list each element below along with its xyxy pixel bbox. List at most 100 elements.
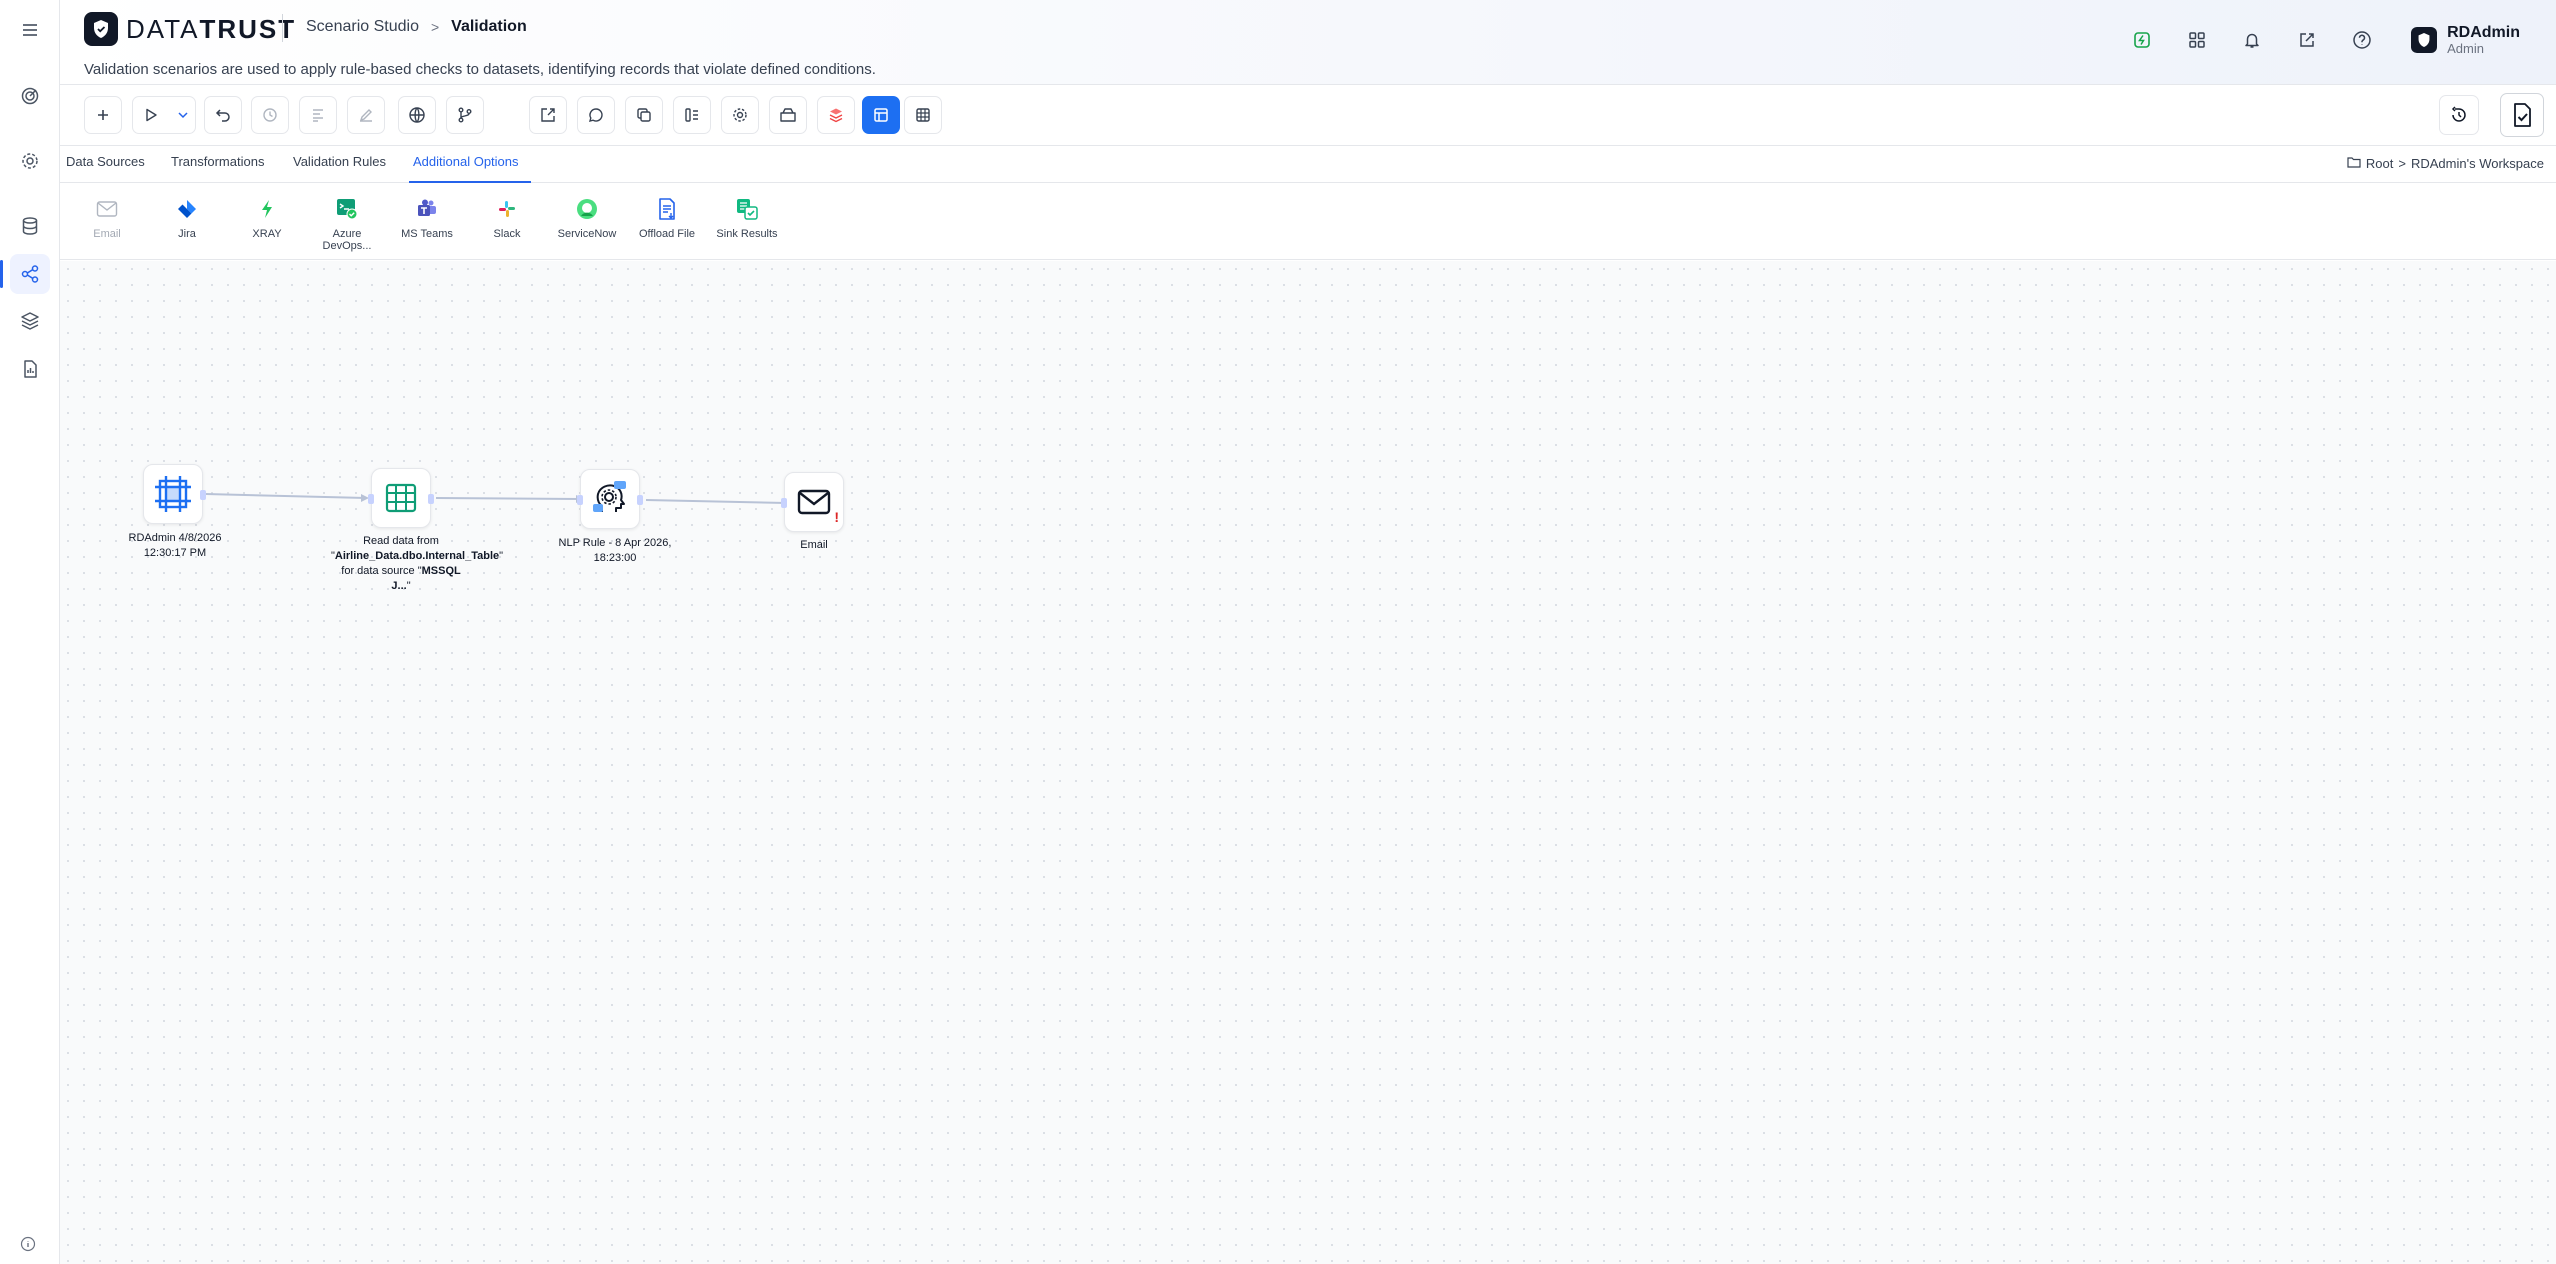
run-button[interactable] bbox=[132, 96, 196, 134]
tab-validation-rules[interactable]: Validation Rules bbox=[289, 147, 390, 183]
stack-button[interactable] bbox=[817, 96, 855, 134]
database-icon[interactable] bbox=[10, 206, 50, 246]
flow-node-nlp-rule[interactable] bbox=[577, 469, 643, 529]
offload-file-icon bbox=[654, 196, 680, 222]
breadcrumb-parent[interactable]: Scenario Studio bbox=[306, 18, 419, 36]
path-separator: > bbox=[2398, 156, 2406, 171]
history-button[interactable] bbox=[251, 96, 289, 134]
workspace-path[interactable]: Root > RDAdmin's Workspace bbox=[2347, 156, 2544, 171]
xray-icon bbox=[254, 196, 280, 222]
input-port[interactable] bbox=[577, 495, 583, 505]
table-view-button[interactable] bbox=[904, 96, 942, 134]
chevron-down-icon[interactable] bbox=[177, 108, 189, 126]
tab-transformations[interactable]: Transformations bbox=[167, 147, 268, 183]
flow-node-email[interactable]: ! bbox=[781, 472, 844, 532]
palette-item-ms-teams[interactable]: MS Teams bbox=[392, 196, 462, 240]
edge-2 bbox=[435, 497, 581, 500]
gear-button[interactable] bbox=[721, 96, 759, 134]
palette-item-jira[interactable]: Jira bbox=[152, 196, 222, 240]
slack-icon bbox=[494, 196, 520, 222]
header-divider bbox=[282, 14, 283, 42]
output-port[interactable] bbox=[428, 494, 434, 504]
ai-head-icon bbox=[593, 481, 626, 512]
sink-results-icon bbox=[734, 196, 760, 222]
palette-item-offload-file[interactable]: Offload File bbox=[632, 196, 702, 240]
left-rail bbox=[0, 0, 60, 1264]
validate-button[interactable] bbox=[2500, 93, 2544, 137]
jira-icon bbox=[174, 196, 200, 222]
edit-button[interactable] bbox=[347, 96, 385, 134]
layers-icon[interactable] bbox=[10, 301, 50, 341]
palette-item-servicenow[interactable]: ServiceNow bbox=[552, 196, 622, 240]
flow-canvas[interactable]: RDAdmin 4/8/2026 12:30:17 PM Read data f… bbox=[60, 261, 2556, 1264]
output-port[interactable] bbox=[637, 495, 643, 505]
node-label-start: RDAdmin 4/8/2026 12:30:17 PM bbox=[128, 532, 222, 559]
copy-button[interactable] bbox=[625, 96, 663, 134]
settings-icon[interactable] bbox=[10, 141, 50, 181]
branch-button[interactable] bbox=[446, 96, 484, 134]
comment-button[interactable] bbox=[577, 96, 615, 134]
open-external-button[interactable] bbox=[529, 96, 567, 134]
edge-1 bbox=[205, 493, 367, 499]
bell-icon[interactable] bbox=[2238, 26, 2266, 54]
palette-item-sink-results[interactable]: Sink Results bbox=[712, 196, 782, 240]
undo-button[interactable] bbox=[204, 96, 242, 134]
breadcrumb-separator: > bbox=[430, 19, 440, 35]
report-icon[interactable] bbox=[10, 349, 50, 389]
breadcrumb: Scenario Studio > Validation bbox=[306, 18, 527, 36]
path-root: Root bbox=[2365, 156, 2394, 171]
user-role: Admin bbox=[2447, 41, 2484, 56]
palette-item-slack[interactable]: Slack bbox=[472, 196, 542, 240]
add-button[interactable] bbox=[84, 96, 122, 134]
output-port[interactable] bbox=[200, 490, 206, 500]
page-description: Validation scenarios are used to apply r… bbox=[84, 61, 876, 78]
table-icon bbox=[385, 483, 417, 513]
user-name: RDAdmin bbox=[2447, 24, 2520, 41]
toolbar bbox=[60, 86, 2556, 146]
tab-bar: Data Sources Transformations Validation … bbox=[60, 147, 2556, 183]
palette-item-azure-devops[interactable]: Azure DevOps... bbox=[312, 196, 382, 252]
input-port[interactable] bbox=[368, 494, 374, 504]
app-header: DATATRUST Scenario Studio > Validation V… bbox=[60, 0, 2556, 85]
warning-icon: ! bbox=[834, 509, 839, 525]
tab-data-sources[interactable]: Data Sources bbox=[62, 147, 149, 183]
tab-additional-options[interactable]: Additional Options bbox=[409, 147, 531, 183]
package-button[interactable] bbox=[769, 96, 807, 134]
flow-node-read-data[interactable] bbox=[368, 468, 434, 528]
palette-item-email[interactable]: Email bbox=[72, 196, 142, 240]
path-workspace: RDAdmin's Workspace bbox=[2410, 156, 2544, 171]
globe-button[interactable] bbox=[398, 96, 436, 134]
apps-grid-icon[interactable] bbox=[2183, 26, 2211, 54]
canvas-view-button[interactable] bbox=[862, 96, 900, 134]
start-frame-icon bbox=[155, 476, 191, 512]
external-link-icon[interactable] bbox=[2293, 26, 2321, 54]
brand-logo[interactable]: DATATRUST bbox=[84, 12, 296, 46]
menu-icon[interactable] bbox=[10, 10, 50, 50]
target-icon[interactable] bbox=[10, 76, 50, 116]
input-port[interactable] bbox=[781, 498, 787, 508]
node-label-read-data: Read data from "Airline_Data.dbo.Interna… bbox=[331, 535, 504, 592]
brand-name: DATATRUST bbox=[126, 13, 297, 44]
node-label-nlp-rule: NLP Rule - 8 Apr 2026, 18:23:00 bbox=[558, 537, 672, 564]
node-palette: Email Jira XRAY Azure DevOps... MS Teams… bbox=[60, 184, 2556, 260]
user-menu[interactable]: RDAdmin Admin bbox=[2411, 24, 2520, 56]
node-label-email: Email bbox=[800, 539, 828, 551]
palette-item-xray[interactable]: XRAY bbox=[232, 196, 302, 240]
help-icon[interactable] bbox=[2348, 26, 2376, 54]
align-button[interactable] bbox=[299, 96, 337, 134]
azure-devops-icon bbox=[334, 196, 360, 222]
mail-icon bbox=[797, 489, 831, 515]
mail-icon bbox=[94, 196, 120, 222]
edge-3 bbox=[645, 499, 787, 504]
reset-button[interactable] bbox=[2439, 95, 2479, 135]
header-actions: RDAdmin Admin bbox=[2128, 18, 2556, 62]
flow-node-start[interactable] bbox=[143, 464, 206, 524]
folder-icon bbox=[2347, 156, 2361, 171]
flow-icon[interactable] bbox=[0, 254, 50, 294]
avatar bbox=[2411, 27, 2438, 53]
servicenow-icon bbox=[574, 196, 600, 222]
status-icon[interactable] bbox=[2128, 26, 2156, 54]
info-icon[interactable] bbox=[20, 1236, 36, 1257]
teams-icon bbox=[414, 196, 440, 222]
compare-button[interactable] bbox=[673, 96, 711, 134]
